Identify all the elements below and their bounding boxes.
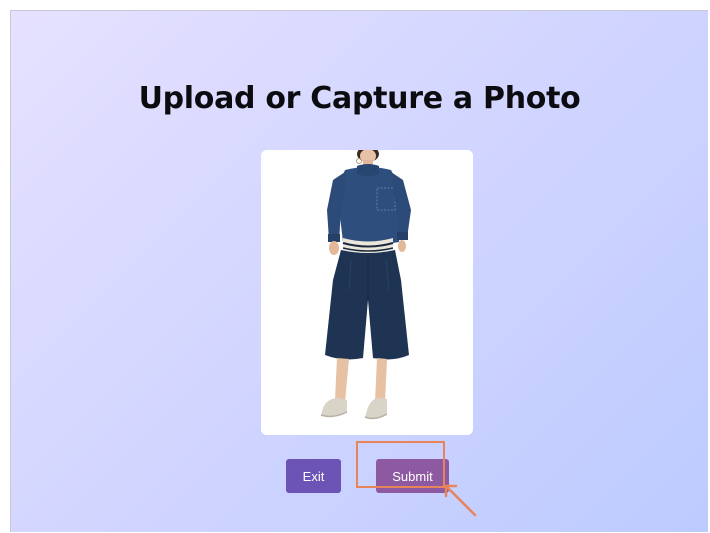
exit-button[interactable]: Exit (286, 459, 341, 493)
uploaded-photo (261, 150, 473, 435)
page-title: Upload or Capture a Photo (138, 81, 581, 116)
submit-button[interactable]: Submit (376, 459, 449, 493)
pointer-arrow-icon (444, 484, 477, 517)
photo-illustration (261, 150, 473, 435)
app-frame: Upload or Capture a Photo Exit Submit (10, 10, 708, 532)
